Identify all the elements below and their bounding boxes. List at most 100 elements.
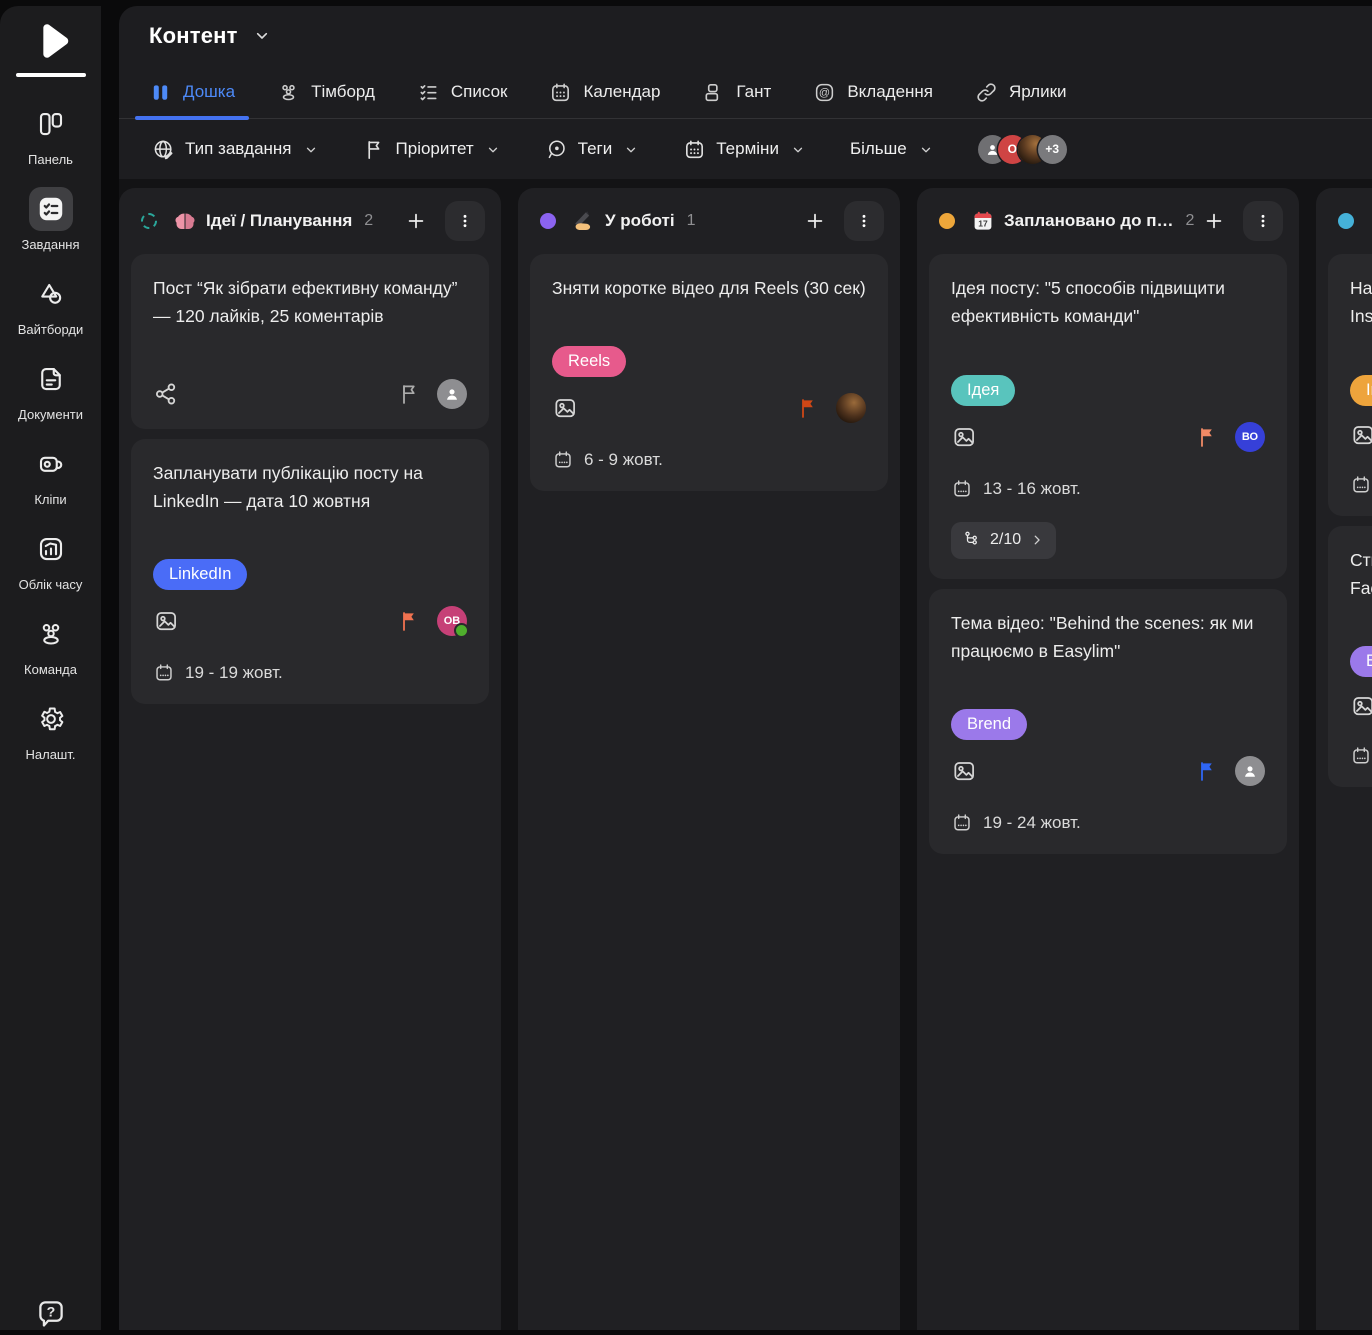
app-logo-play-icon[interactable] [28,18,74,64]
tab-label: Тімборд [311,82,375,102]
tab-calendar[interactable]: Календар [549,66,660,118]
priority-flag-icon[interactable] [796,396,820,420]
calendar-17-emoji-icon: 17 [971,209,995,233]
task-card[interactable]: Тема відео: "Behind the scenes: як ми пр… [929,589,1287,855]
priority-flag-icon[interactable] [1195,425,1219,449]
task-card[interactable]: Ств Fac Bre 1 [1328,526,1372,788]
tab-attachment[interactable]: @ Вкладення [813,66,933,118]
tag-pill[interactable]: Brend [951,709,1027,740]
calendar-icon [1350,474,1372,496]
assignee-avatar[interactable] [437,379,467,409]
column-card-count: 2 [1186,212,1195,230]
tab-teamboard[interactable]: Тімборд [277,66,375,118]
tab-label: Список [451,82,508,102]
column-menu-button[interactable] [1243,201,1283,241]
assignee-avatar[interactable]: ОВ [437,606,467,636]
task-card[interactable]: Ідея посту: "5 способів підвищити ефекти… [929,254,1287,579]
task-card[interactable]: Пост “Як зібрати ефективну команду” — 12… [131,254,489,429]
share-icon [153,381,179,407]
subtasks-icon [963,529,981,552]
tag-pill[interactable]: Bre [1350,646,1372,677]
tab-labels[interactable]: Ярлики [975,66,1067,118]
card-title: Ідея посту: "5 способів підвищити ефекти… [951,274,1265,331]
priority-flag-icon[interactable] [1195,759,1219,783]
chevron-down-icon [624,142,638,156]
kanban-board: Ідеї / Планування 2 Пост “Як зібрати ефе… [119,179,1372,1330]
tag-pill[interactable]: Ins [1350,375,1372,406]
add-card-button[interactable] [1199,206,1229,236]
svg-text:17: 17 [978,219,988,229]
column-status-dot [141,213,157,229]
sidebar-item-settings[interactable]: Налашт. [0,692,101,767]
tag-pill[interactable]: LinkedIn [153,559,247,590]
filter-tag[interactable]: Теги [545,138,639,161]
sidebar-item-tasks[interactable]: Завдання [0,182,101,257]
task-card[interactable]: Нап Inst Ins 3 [1328,254,1372,516]
calendar-icon [951,478,973,500]
column-menu-button[interactable] [445,201,485,241]
card-due-dates: 1 [1350,745,1372,767]
chevron-down-icon[interactable] [254,28,270,44]
column-header [1328,198,1372,244]
calendar-icon [683,138,706,161]
add-card-button[interactable] [800,206,830,236]
sidebar-item-label: Облік часу [19,577,83,592]
tab-label: Дошка [183,82,235,102]
tab-gantt[interactable]: Гант [702,66,771,118]
subtasks-badge[interactable]: 2/10 [951,522,1056,559]
sidebar-item-team[interactable]: Команда [0,607,101,682]
filter-calendar[interactable]: Терміни [683,138,805,161]
chevron-down-icon [791,142,805,156]
filter-globe[interactable]: Тип завдання [152,138,318,161]
tab-list[interactable]: Список [417,66,508,118]
sidebar-item-time[interactable]: Облік часу [0,522,101,597]
card-tags: Brend [951,709,1265,740]
priority-flag-icon[interactable] [397,382,421,406]
card-title: Запланувати публікацію посту на LinkedIn… [153,459,467,516]
avatar-overflow-count[interactable]: +3 [1038,135,1067,164]
card-due-dates: 6 - 9 жовт. [552,449,866,471]
filter-flag-outline[interactable]: Пріоритет [363,138,500,161]
chevron-down-icon [486,142,500,156]
help-icon[interactable]: ? [34,1296,68,1330]
card-tags: LinkedIn [153,559,467,590]
sidebar-item-docs[interactable]: Документи [0,352,101,427]
sidebar-item-panel[interactable]: Панель [0,97,101,172]
card-tags: Ins [1350,375,1372,406]
sidebar-item-label: Документи [18,407,83,422]
sidebar-item-whiteboard[interactable]: Вайтборди [0,267,101,342]
kanban-column: Нап Inst Ins 3 Ств Fac Bre 1 [1316,188,1372,1330]
tag-icon [545,138,568,161]
board-icon [149,81,172,104]
task-card[interactable]: Запланувати публікацію посту на LinkedIn… [131,439,489,705]
card-tags: Bre [1350,646,1372,677]
active-tab-underline [135,116,249,121]
card-tags: Reels [552,346,866,377]
tag-pill[interactable]: Ідея [951,375,1015,406]
priority-flag-icon[interactable] [397,609,421,633]
image-icon [951,424,977,450]
calendar-icon [1350,745,1372,767]
add-card-button[interactable] [401,206,431,236]
filter-more[interactable]: Більше [850,139,933,159]
sidebar-item-clips[interactable]: Кліпи [0,437,101,512]
time-icon [29,527,73,571]
assignee-avatar[interactable]: ВО [1235,422,1265,452]
brain-emoji-icon [173,209,197,233]
kanban-column: 17 Заплановано до п… 2 Ідея посту: "5 сп… [917,188,1299,1330]
tab-board[interactable]: Дошка [149,66,235,118]
sidebar-item-label: Панель [28,152,73,167]
column-menu-button[interactable] [844,201,884,241]
kanban-column: У роботі 1 Зняти коротке відео для Reels… [518,188,900,1330]
column-title: Ідеї / Планування [206,211,352,231]
calendar-icon [552,449,574,471]
chevron-down-icon [304,142,318,156]
task-card[interactable]: Зняти коротке відео для Reels (30 сек) R… [530,254,888,491]
assignee-avatar-photo[interactable] [836,393,866,423]
card-due-dates: 19 - 19 жовт. [153,662,467,684]
card-due-dates: 13 - 16 жовт. [951,478,1265,500]
card-title: Нап Inst [1350,274,1372,331]
assignee-avatar[interactable] [1235,756,1265,786]
tag-pill[interactable]: Reels [552,346,626,377]
column-status-dot [1338,213,1354,229]
